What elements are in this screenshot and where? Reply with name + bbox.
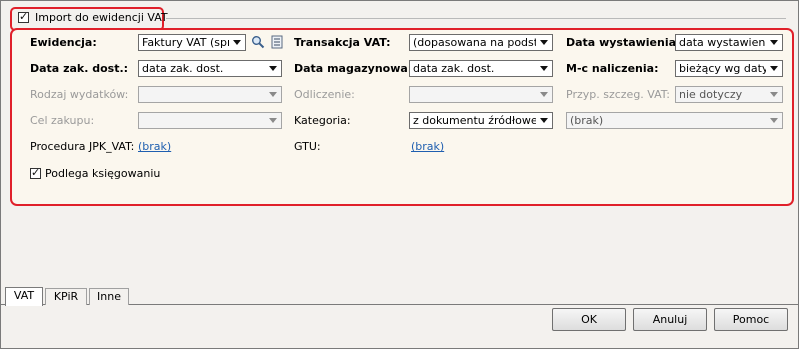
cel-zakupu-combo[interactable] [138, 112, 282, 129]
przyp-szczeg-vat-combo[interactable]: nie dotyczy [675, 86, 783, 103]
kategoria-label: Kategoria: [294, 114, 351, 127]
cancel-button[interactable]: Anuluj [633, 308, 707, 331]
data-magazynowa-label: Data magazynowa: [294, 62, 413, 75]
chevron-down-icon [540, 92, 548, 97]
data-wystawienia-label: Data wystawienia: [566, 36, 681, 49]
kategoria-value: z dokumentu źródłowego [413, 114, 536, 127]
procedura-jpk-label: Procedura JPK_VAT: [30, 140, 135, 153]
section-divider [166, 18, 786, 19]
mc-naliczenia-combo[interactable]: bieżący wg daty wy [675, 60, 783, 77]
chevron-down-icon [269, 66, 277, 71]
help-button[interactable]: Pomoc [714, 308, 788, 331]
transakcja-vat-combo[interactable]: (dopasowana na podstaw [409, 34, 553, 51]
kategoria-combo[interactable]: z dokumentu źródłowego [409, 112, 553, 129]
chevron-down-icon [770, 92, 778, 97]
ewidencja-label: Ewidencja: [30, 36, 97, 49]
chevron-down-icon [770, 118, 778, 123]
ok-button[interactable]: OK [552, 308, 626, 331]
przyp-szczeg-vat-label: Przyp. szczeg. VAT: [566, 88, 671, 101]
cel-zakupu-label: Cel zakupu: [30, 114, 95, 127]
odliczenie-label: Odliczenie: [294, 88, 355, 101]
gtu-link[interactable]: (brak) [411, 140, 444, 154]
search-icon[interactable] [251, 35, 265, 49]
data-zak-dost-label: Data zak. dost.: [30, 62, 129, 75]
chevron-down-icon [540, 66, 548, 71]
data-wystawienia-combo[interactable]: data wystawienia [675, 34, 783, 51]
import-vat-label: Import do ewidencji VAT [35, 11, 168, 24]
chevron-down-icon [770, 66, 778, 71]
mc-naliczenia-label: M-c naliczenia: [566, 62, 659, 75]
chevron-down-icon [269, 92, 277, 97]
odliczenie-combo[interactable] [409, 86, 553, 103]
chevron-down-icon [540, 40, 548, 45]
ewidencja-value: Faktury VAT (sprz [142, 36, 229, 49]
data-wystawienia-value: data wystawienia [679, 36, 766, 49]
podlega-ksiegowaniu-label: Podlega księgowaniu [45, 167, 161, 180]
dialog-window: ✓ Import do ewidencji VAT Ewidencja: Fak… [0, 0, 799, 349]
import-vat-checkbox[interactable]: ✓ [18, 10, 29, 23]
podlega-ksiegowaniu-checkbox[interactable]: ✓ [30, 166, 41, 179]
procedura-jpk-link[interactable]: (brak) [138, 140, 171, 154]
ewidencja-combo[interactable]: Faktury VAT (sprz [138, 34, 246, 51]
kategoria-extra-combo[interactable]: (brak) [566, 112, 783, 129]
tab-inne[interactable]: Inne [89, 288, 129, 305]
chevron-down-icon [770, 40, 778, 45]
data-magazynowa-combo[interactable]: data zak. dost. [409, 60, 553, 77]
data-magazynowa-value: data zak. dost. [413, 62, 495, 75]
list-icon[interactable] [271, 35, 283, 49]
mc-naliczenia-value: bieżący wg daty wy [679, 62, 766, 75]
rodzaj-wydatkow-combo[interactable] [138, 86, 282, 103]
chevron-down-icon [269, 118, 277, 123]
rodzaj-wydatkow-label: Rodzaj wydatków: [30, 88, 129, 101]
przyp-szczeg-vat-value: nie dotyczy [679, 88, 743, 101]
tab-kpir[interactable]: KPiR [45, 288, 87, 305]
data-zak-dost-value: data zak. dost. [142, 62, 224, 75]
chevron-down-icon [233, 40, 241, 45]
data-zak-dost-combo[interactable]: data zak. dost. [138, 60, 282, 77]
gtu-label: GTU: [294, 140, 321, 153]
kategoria-extra-value: (brak) [570, 114, 604, 127]
transakcja-vat-value: (dopasowana na podstaw [413, 36, 536, 49]
transakcja-vat-label: Transakcja VAT: [294, 36, 391, 49]
chevron-down-icon [540, 118, 548, 123]
tab-vat[interactable]: VAT [5, 287, 43, 306]
